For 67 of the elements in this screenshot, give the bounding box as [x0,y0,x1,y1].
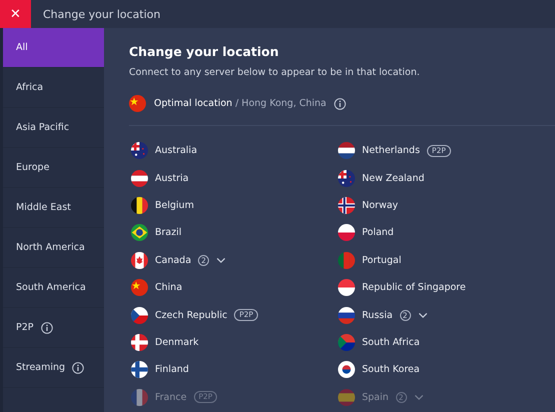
chevron-down-icon[interactable] [216,256,226,264]
sidebar-item[interactable]: All [3,28,104,68]
sidebar-item[interactable]: Asia Pacific [3,108,104,148]
country-name[interactable]: Australia [155,145,198,156]
flag-icon [338,224,355,242]
optimal-location-link[interactable]: Optimal location / Hong Kong, China [154,98,326,109]
sidebar-label: P2P [16,322,34,333]
flag-icon [338,170,355,187]
sidebar-label: North America [16,242,85,253]
sidebar-label: Streaming [16,362,66,373]
country-name[interactable]: China [155,282,182,294]
sidebar-item[interactable]: Africa [3,68,104,108]
country-name[interactable]: Finland [155,364,189,376]
flag-icon [131,142,148,160]
flag-icon [131,196,148,214]
country-name[interactable]: South Korea [362,364,420,376]
flag-icon [131,334,148,351]
flag-icon [131,252,148,269]
sidebar-label: All [16,42,28,53]
flag-icon [131,306,148,324]
close-button[interactable]: ✕ [0,0,31,28]
country-name[interactable]: Denmark [155,336,199,348]
country-name[interactable]: Czech Republic [155,310,228,321]
flag-icon [129,95,146,112]
country-name[interactable]: Norway [362,200,398,211]
flag-icon [338,361,355,378]
flag-icon [338,306,355,324]
sidebar-item[interactable]: North America [3,228,104,268]
flag-icon [131,224,148,242]
country-name[interactable]: Russia [362,310,393,321]
country-name[interactable]: Republic of Singapore [362,282,466,294]
info-icon[interactable] [334,98,346,110]
sidebar-label: Asia Pacific [16,122,70,133]
sidebar-item[interactable]: Middle East [3,188,104,228]
heading: Change your location [129,44,280,59]
country-name[interactable]: Belgium [155,200,194,211]
sidebar-label: Europe [16,162,50,173]
flag-icon [338,279,355,296]
sidebar-label: South America [16,282,86,293]
country-name[interactable]: Portugal [362,254,402,266]
flag-icon [131,170,148,187]
chevron-down-icon[interactable] [418,312,428,319]
flag-icon [131,361,148,378]
country-name[interactable]: Austria [155,172,189,184]
country-name[interactable]: New Zealand [362,172,424,184]
sidebar-label: Middle East [16,202,71,213]
sidebar-label: Africa [16,82,44,93]
sidebar-item[interactable]: South America [3,268,104,308]
flag-icon [131,279,148,296]
country-name[interactable]: Netherlands [362,145,420,156]
country-name[interactable]: Brazil [155,227,182,238]
flag-icon [338,142,355,160]
country-name[interactable]: Poland [362,227,394,238]
flag-icon [338,252,355,269]
sidebar-item[interactable]: P2P [3,308,104,348]
flag-icon [131,388,148,406]
country-name[interactable]: Canada [155,254,192,266]
flag-icon [338,196,355,214]
flag-icon [338,388,355,406]
info-icon[interactable] [40,322,53,334]
sidebar-item[interactable]: Europe [3,148,104,188]
subtitle: Connect to any server below to appear to be in that location. [129,67,421,78]
window-title: Change your location [43,8,160,20]
sidebar-item[interactable]: Streaming [3,348,104,388]
country-name[interactable]: South Africa [362,336,420,348]
flag-icon [338,334,355,351]
info-icon[interactable] [72,362,84,374]
